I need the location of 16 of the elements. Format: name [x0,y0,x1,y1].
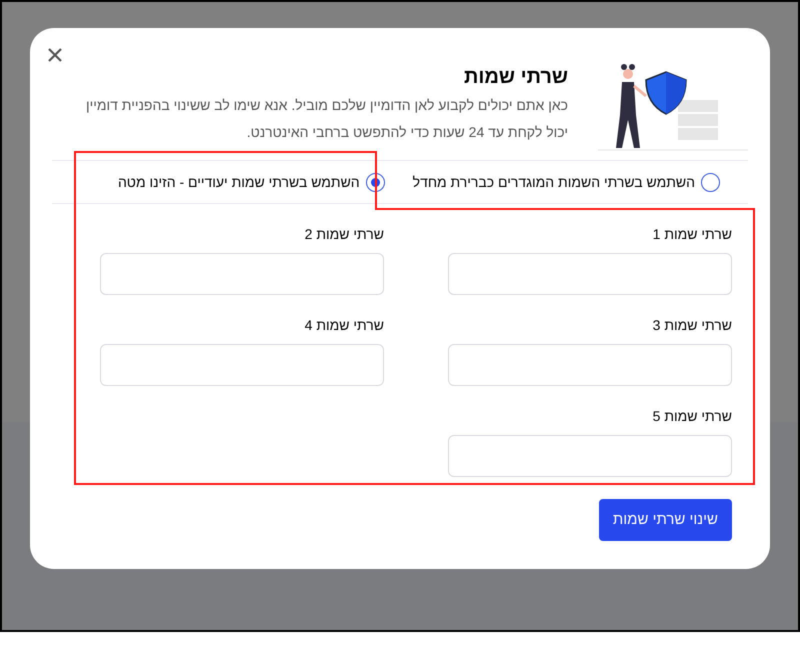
submit-button[interactable]: שינוי שרתי שמות [598,499,732,541]
input-field[interactable] [448,344,732,386]
input-field[interactable] [100,253,384,295]
dialog-description: כאן אתם יכולים לקבוע לאן הדומיין שלכם מוביל. אנא שימו לב ששינוי בהפניית דומיין יכול לקחת עד 24 שעות כדי להתפשט ברחבי האינטרנט. [84,96,568,142]
radio-option[interactable]: השתמש בשרתי שמות יעודיים - הזינו מטה [118,172,385,192]
field-label: שרתי שמות 2 [304,225,384,244]
field-label: שרתי שמות 1 [652,225,732,244]
field-label: שרתי שמות 4 [304,316,384,335]
radio-button[interactable] [701,172,720,192]
input-field[interactable] [448,253,732,295]
field-label: שרתי שמות 3 [652,316,732,335]
radio-option[interactable]: השתמש בשרתי השמות המוגדרים כברירת מחדל [412,172,720,192]
dialog-title: שרתי שמות [463,65,568,90]
field-label: שרתי שמות 5 [652,407,732,426]
input-field[interactable] [448,435,732,477]
input-field[interactable] [100,344,384,386]
